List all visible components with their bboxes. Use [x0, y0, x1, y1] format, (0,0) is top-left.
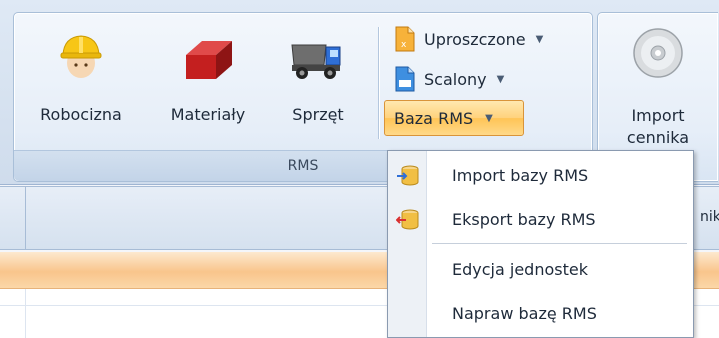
document-blue-icon — [395, 66, 415, 92]
uproszczone-button[interactable]: x Uproszczone ▼ — [394, 25, 543, 53]
materialy-label: Materiały — [170, 105, 246, 124]
menu-item-label: Edycja jednostek — [452, 259, 588, 279]
column-header-partial: nik — [700, 209, 719, 225]
menu-item-edycja-jednostek[interactable]: Edycja jednostek — [388, 251, 693, 287]
uproszczone-label: Uproszczone — [424, 29, 526, 49]
svg-text:x: x — [401, 40, 407, 50]
menu-item-label: Eksport bazy RMS — [452, 209, 596, 229]
menu-separator — [432, 243, 687, 244]
scalony-button[interactable]: Scalony ▼ — [394, 65, 504, 93]
import-label-line1: Import — [631, 106, 685, 125]
chevron-down-icon: ▼ — [485, 112, 493, 124]
disc-icon — [633, 28, 683, 78]
sprzet-button[interactable]: Sprzęt — [278, 21, 358, 147]
dump-truck-icon — [291, 44, 341, 79]
menu-item-import-bazy-rms[interactable]: Import bazy RMS — [388, 157, 693, 193]
sprzet-label: Sprzęt — [292, 105, 344, 124]
column-divider — [25, 289, 26, 338]
chevron-down-icon: ▼ — [496, 73, 505, 85]
menu-item-label: Napraw bazę RMS — [452, 303, 597, 323]
menu-item-label: Import bazy RMS — [452, 165, 589, 185]
baza-rms-label: Baza RMS — [394, 108, 474, 128]
menu-item-napraw-baze-rms[interactable]: Napraw bazę RMS — [388, 295, 693, 331]
document-orange-icon: x — [395, 26, 415, 52]
robocizna-button[interactable]: Robocizna — [28, 21, 134, 147]
db-import-icon — [397, 165, 419, 186]
baza-rms-menu: Import bazy RMS Eksport bazy RMS Edycja … — [387, 150, 694, 338]
scalony-label: Scalony — [424, 69, 487, 89]
import-label-line2: cennika — [626, 128, 690, 147]
materialy-button[interactable]: Materiały — [158, 21, 258, 147]
brick-icon — [186, 41, 232, 79]
group-separator — [378, 27, 380, 139]
menu-item-eksport-bazy-rms[interactable]: Eksport bazy RMS — [388, 201, 693, 237]
db-export-icon — [396, 209, 419, 230]
import-cennika-label: Import cennika — [608, 105, 708, 149]
worker-helmet-icon — [60, 35, 102, 78]
baza-rms-button[interactable]: Baza RMS ▼ — [384, 100, 524, 136]
import-cennika-button[interactable]: Import cennika — [608, 21, 708, 147]
chevron-down-icon: ▼ — [535, 33, 544, 45]
robocizna-label: Robocizna — [40, 105, 122, 124]
column-separator — [25, 187, 26, 249]
